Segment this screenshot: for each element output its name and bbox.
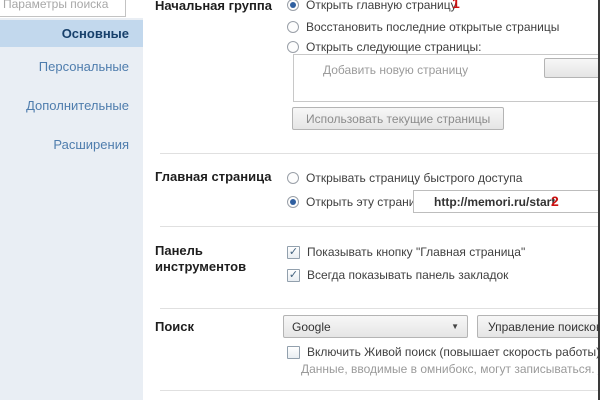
radio-open-pages-icon[interactable] — [287, 41, 299, 53]
radio-ntp-label: Открывать страницу быстрого доступа — [306, 171, 522, 185]
annotation-marker-1: 1 — [452, 0, 460, 11]
checkbox-instant-label: Включить Живой поиск (повышает скорость … — [307, 345, 600, 359]
checkbox-row-home-button[interactable]: ✓ Показывать кнопку "Главная страница" — [287, 245, 525, 259]
sidebar-item-personal[interactable]: Персональные — [0, 47, 143, 86]
section-divider — [160, 226, 600, 227]
add-page-placeholder[interactable]: Добавить новую страницу — [323, 63, 468, 77]
radio-restore-label: Восстановить последние открытые страницы — [306, 20, 559, 34]
radio-row-open-pages[interactable]: Открыть следующие страницы: — [287, 40, 481, 54]
checkbox-instant-icon[interactable] — [287, 346, 300, 359]
checkbox-row-instant[interactable]: Включить Живой поиск (повышает скорость … — [287, 345, 600, 359]
radio-ntp-icon[interactable] — [287, 172, 299, 184]
sidebar: Основные Персональные Дополнительные Рас… — [0, 18, 143, 400]
toolbar-section-label: Панель инструментов — [155, 243, 275, 275]
radio-restore-icon[interactable] — [287, 21, 299, 33]
settings-search-input[interactable] — [0, 0, 126, 17]
radio-homepage-url-icon[interactable] — [287, 196, 299, 208]
checkbox-home-button-label: Показывать кнопку "Главная страница" — [307, 245, 525, 259]
radio-open-home-icon[interactable] — [287, 0, 299, 11]
radio-row-ntp[interactable]: Открывать страницу быстрого доступа — [287, 171, 522, 185]
sidebar-item-advanced[interactable]: Дополнительные — [0, 86, 143, 125]
checkbox-bookmarks-bar-icon[interactable]: ✓ — [287, 269, 300, 282]
search-engine-value: Google — [292, 320, 331, 334]
section-divider — [160, 390, 600, 391]
manage-search-engines-button[interactable]: Управление поисковым — [477, 315, 600, 338]
startup-section-label: Начальная группа — [155, 0, 272, 13]
instant-privacy-note: Данные, вводимые в омнибокс, могут запис… — [301, 362, 600, 376]
radio-open-home-label: Открыть главную страницу — [306, 0, 457, 12]
section-divider — [160, 308, 600, 309]
homepage-url-input[interactable]: http://memori.ru/start — [413, 190, 600, 213]
search-engine-select[interactable]: Google ▼ — [283, 315, 468, 338]
homepage-url-value: http://memori.ru/start — [434, 195, 555, 209]
chevron-down-icon: ▼ — [451, 322, 467, 331]
startup-pages-listbox: Добавить новую страницу — [293, 54, 600, 102]
homepage-section-label: Главная страница — [155, 169, 271, 184]
use-current-pages-button[interactable]: Использовать текущие страницы — [292, 107, 504, 130]
radio-row-open-home[interactable]: Открыть главную страницу — [287, 0, 457, 12]
sidebar-item-extensions[interactable]: Расширения — [0, 125, 143, 164]
radio-row-homepage-url[interactable]: Открыть эту страницу: — [287, 195, 432, 209]
radio-row-restore[interactable]: Восстановить последние открытые страницы — [287, 20, 559, 34]
instant-note-text: Данные, вводимые в омнибокс, могут запис… — [301, 362, 595, 376]
checkbox-row-bookmarks-bar[interactable]: ✓ Всегда показывать панель закладок — [287, 268, 508, 282]
sidebar-item-basics[interactable]: Основные — [0, 20, 143, 47]
section-divider — [160, 153, 600, 154]
radio-open-pages-label: Открыть следующие страницы: — [306, 40, 481, 54]
add-page-button[interactable] — [544, 58, 600, 78]
annotation-marker-2: 2 — [551, 193, 559, 209]
checkbox-home-button-icon[interactable]: ✓ — [287, 246, 300, 259]
search-section-label: Поиск — [155, 319, 194, 334]
checkbox-bookmarks-bar-label: Всегда показывать панель закладок — [307, 268, 508, 282]
